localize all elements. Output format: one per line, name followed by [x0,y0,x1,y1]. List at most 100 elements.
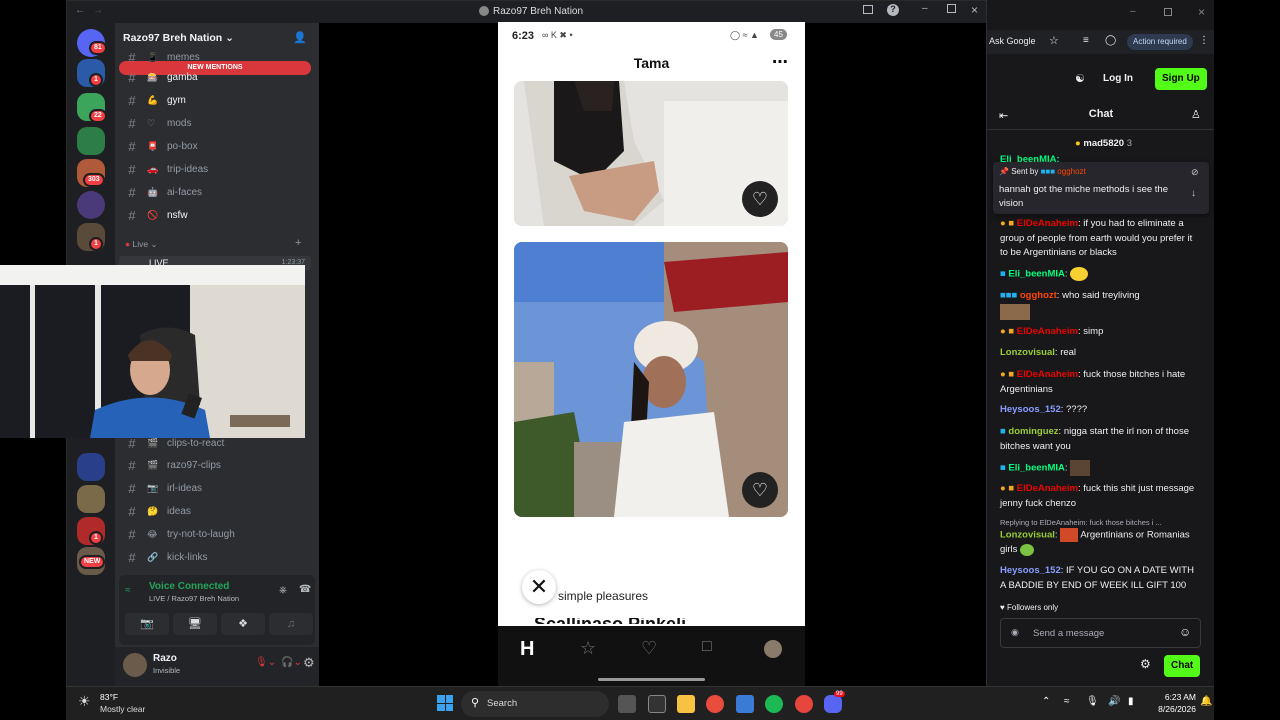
home-icon[interactable]: H [520,638,534,661]
reading-list-icon[interactable]: ≡ [1083,35,1089,46]
star-icon[interactable]: ☆ [580,638,596,659]
messages-icon[interactable]: □ [702,638,712,656]
deafen-icon[interactable]: 🎧⌄ [281,657,302,668]
channel-kick-links[interactable]: # 🔗 kick-links [125,547,315,567]
file-explorer-icon[interactable] [677,695,695,713]
notifications-icon[interactable]: 🔔 [1200,696,1212,707]
action-required-button[interactable]: Action required [1127,34,1193,50]
profile-icon[interactable]: ◯ [1105,35,1116,46]
reply-context[interactable]: Replying to ElDeAnaheim: fuck those bitc… [1000,517,1200,528]
channel-memes[interactable]: # 📱 memes [125,47,315,67]
channel-po-box[interactable]: # 📮 po-box [125,136,315,156]
profile-avatar-icon[interactable] [764,640,782,658]
chrome-icon[interactable] [795,695,813,713]
disconnect-icon[interactable]: ☎ [299,584,311,595]
chat-send-button[interactable]: Chat [1164,655,1201,677]
likes-heart-icon[interactable]: ♡ [641,638,657,659]
maximize-button[interactable] [1164,8,1172,16]
noise-suppression-icon[interactable]: ⎈ [279,585,287,596]
channel-try-not-to-laugh[interactable]: # 😂 try-not-to-laugh [125,524,315,544]
channel-ai-faces[interactable]: # 🤖 ai-faces [125,182,315,202]
clock-date[interactable]: 8/26/2026 [1144,704,1196,714]
live-category[interactable]: ● Live ⌄ [125,239,158,250]
send-message-input[interactable]: ◉ Send a message ☺ [1000,618,1201,648]
battery-icon[interactable]: ▮ [1128,696,1134,707]
weather-icon[interactable]: ☀ [78,693,91,710]
chat-settings-icon[interactable]: ◉ [1011,627,1019,638]
soundboard-button[interactable]: ♫ [269,613,313,635]
like-heart-button[interactable]: ♡ [742,181,778,217]
close-button[interactable]: × [1198,5,1205,19]
menu-dots-icon[interactable]: ⋮ [1199,35,1209,46]
chat-username[interactable]: dominguez [1008,426,1058,437]
channel-gym[interactable]: # 💪 gym [125,90,315,110]
chat-username[interactable]: Lonzovisual [1000,347,1055,358]
users-icon[interactable]: ♙ [1191,108,1201,121]
server-icon[interactable] [77,485,105,513]
channel-mods[interactable]: # ♡ mods [125,113,315,133]
channel-nsfw[interactable]: # 🚫 nsfw [125,205,315,225]
channel-trip-ideas[interactable]: # 🚗 trip-ideas [125,159,315,179]
chat-username[interactable]: Eli_beenMIA [1008,463,1065,474]
expand-arrow-icon[interactable]: ↓ [1191,188,1196,199]
more-options-icon[interactable]: ⋯ [772,52,788,72]
channel-irl-ideas[interactable]: # 📷 irl-ideas [125,478,315,498]
ask-google-button[interactable]: Ask Google [989,36,1036,46]
maximize-button[interactable] [947,4,956,13]
spotify-icon[interactable] [765,695,783,713]
skip-x-button[interactable]: ✕ [522,570,556,604]
close-button[interactable]: × [971,3,978,17]
signup-button[interactable]: Sign Up [1155,68,1207,90]
chat-username[interactable]: Eli_beenMIA [1008,269,1065,280]
server-name[interactable]: Razo97 Breh Nation ⌄ [123,32,234,44]
server-icon[interactable] [77,127,105,155]
chat-username[interactable]: Lonzovisual [1000,530,1055,541]
chat-username[interactable]: ElDeAnaheim [1017,369,1078,380]
inbox-icon[interactable] [863,5,873,14]
camera-off-button[interactable]: 📷 [125,613,169,635]
chat-username[interactable]: ElDeAnaheim [1017,483,1078,494]
globe-icon[interactable]: ☯ [1075,72,1085,85]
chrome-icon[interactable] [706,695,724,713]
like-heart-button[interactable]: ♡ [742,472,778,508]
windows-start-icon[interactable] [437,695,453,711]
emoji-icon[interactable]: ☺ [1179,625,1191,639]
back-arrow-icon[interactable]: ← [75,5,85,16]
weather-temp[interactable]: 83°F [100,692,118,702]
network-icon[interactable]: ≈ [1064,696,1070,707]
channel-razo97-clips[interactable]: # 🎬 razo97-clips [125,455,315,475]
voice-channel-name[interactable]: LIVE / Razo97 Breh Nation [149,594,239,603]
avatar[interactable] [123,653,147,677]
forward-arrow-icon[interactable]: → [93,5,103,16]
mic-muted-icon[interactable]: 🎙⌄ [255,657,276,668]
photos-icon[interactable] [736,695,754,713]
app-icon[interactable] [648,695,666,713]
microphone-icon[interactable]: 🎙 [1086,696,1099,707]
server-icon[interactable] [77,453,105,481]
pinned-message[interactable]: 📌 Sent by ■■■ ogghozt ⊘ hannah got the m… [993,162,1209,214]
help-icon[interactable]: ? [887,4,899,16]
chat-username[interactable]: ogghozt [1020,290,1057,301]
activities-button[interactable]: ❖ [221,613,265,635]
screenshare-button[interactable]: 🖥 [173,613,217,635]
chat-username[interactable]: ElDeAnaheim [1017,218,1078,229]
volume-icon[interactable]: 🔊 [1108,696,1120,707]
minimize-button[interactable]: – [922,3,928,14]
unpin-icon[interactable]: ⊘ [1191,167,1199,178]
server-icon[interactable] [77,191,105,219]
tray-chevron-icon[interactable]: ⌃ [1042,696,1050,707]
username[interactable]: Razo [153,653,177,664]
voice-status[interactable]: Voice Connected [149,581,229,592]
login-button[interactable]: Log In [1103,73,1133,84]
minimize-button[interactable]: – [1130,6,1136,17]
settings-gear-icon[interactable]: ⚙ [1140,657,1151,671]
task-view-icon[interactable] [618,695,636,713]
invite-icon[interactable]: 👤 [293,31,307,44]
chat-username[interactable]: Heysoos_152 [1000,565,1061,576]
clock-time[interactable]: 6:23 AM [1150,692,1196,702]
discord-taskbar-icon[interactable] [824,695,842,713]
taskbar-search[interactable]: ⚲ Search [461,691,609,717]
channel-ideas[interactable]: # 🤔 ideas [125,501,315,521]
channel-gamba[interactable]: # 🎰 gamba [125,67,315,87]
chat-username[interactable]: Heysoos_152 [1000,404,1061,415]
